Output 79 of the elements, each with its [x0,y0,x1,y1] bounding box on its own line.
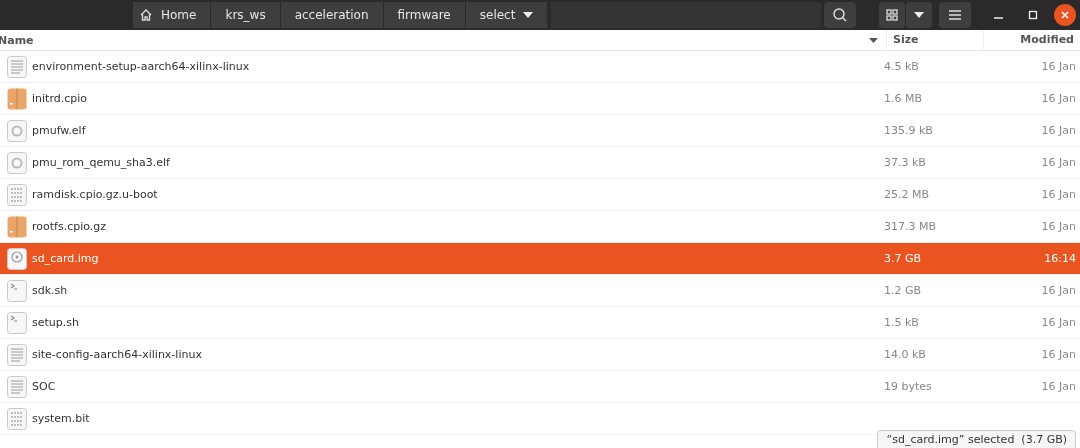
file-name: pmu_rom_qemu_sha3.elf [32,156,171,169]
view-options-button[interactable] [906,2,932,28]
caret-icon [914,12,924,18]
status-overlay: “sd_card.img” selected (3.7 GB) [877,430,1076,448]
menu-icon [949,10,961,20]
file-modified: 16 Jan [1040,60,1077,73]
maximize-icon [1028,10,1038,20]
file-row[interactable]: pmufw.elf 135.9 kB 16 Jan [0,115,1080,147]
binary-file-icon [7,183,27,206]
file-size: 37.3 kB [884,156,927,169]
file-size: 317.3 MB [884,220,938,233]
file-name: pmufw.elf [32,124,87,137]
path-button[interactable]: krs_ws [211,2,281,28]
current-folder-button[interactable]: select [465,2,549,28]
file-name: setup.sh [32,316,80,329]
file-size: 25.2 MB [884,188,931,201]
path-button[interactable]: acceleration [280,2,384,28]
file-name: ramdisk.cpio.gz.u-boot [32,188,159,201]
file-modified: 16 Jan [1040,124,1077,137]
file-modified: 16 Jan [1040,316,1077,329]
minimize-icon [993,17,1003,19]
file-modified: 16 Jan [1040,188,1077,201]
file-size: 1.6 MB [884,92,924,105]
file-modified: 16:14 [1043,252,1077,265]
file-row[interactable]: environment-setup-aarch64-xilinx-linux 4.5 kB 16 Jan [0,51,1080,83]
file-size: 19 bytes [884,380,933,393]
home-icon [139,8,153,22]
file-name: sd_card.img [32,252,100,265]
file-modified: 16 Jan [1040,380,1077,393]
file-name: site-config-aarch64-xilinx-linux [32,348,203,361]
text-file-icon [7,375,27,398]
close-icon [1061,11,1069,19]
file-row[interactable]: initrd.cpio 1.6 MB 16 Jan [0,83,1080,115]
file-size: 135.9 kB [884,124,934,137]
close-button[interactable] [1054,4,1076,26]
file-size: 1.2 GB [884,284,923,297]
file-modified: 16 Jan [1040,156,1077,169]
package-icon [7,215,27,238]
file-modified: 16 Jan [1040,92,1077,105]
caret-icon [523,12,534,18]
grid-view-button[interactable] [879,2,905,28]
gear-file-icon [7,119,27,142]
home-path-button[interactable]: Home [133,2,212,28]
file-modified: 16 Jan [1040,284,1077,297]
file-size: 14.0 kB [884,348,927,361]
file-row[interactable]: sdk.sh 1.2 GB 16 Jan [0,275,1080,307]
package-icon [7,87,27,110]
terminal-file-icon [7,279,27,302]
file-size: 4.5 kB [884,60,920,73]
file-name: rootfs.cpio.gz [32,220,108,233]
file-row[interactable]: setup.sh 1.5 kB 16 Jan [0,307,1080,339]
modified-column-header[interactable]: Modified [983,30,1080,50]
search-icon [832,7,849,23]
text-file-icon [7,343,27,366]
grid-icon [886,9,898,21]
disc-image-icon [7,247,27,270]
file-modified: 16 Jan [1040,348,1077,361]
file-row[interactable]: ramdisk.cpio.gz.u-boot 25.2 MB 16 Jan [0,179,1080,211]
size-column-header[interactable]: Size [886,30,983,50]
search-button[interactable] [824,2,857,28]
file-name: environment-setup-aarch64-xilinx-linux [32,60,251,73]
file-name: SOC [32,380,57,393]
file-size: 3.7 GB [884,252,923,265]
text-file-icon [7,55,27,78]
file-size: 1.5 kB [884,316,920,329]
file-name: sdk.sh [32,284,69,297]
file-modified: 16 Jan [1040,220,1077,233]
file-row[interactable]: SOC 19 bytes 16 Jan [0,371,1080,403]
file-row[interactable]: sd_card.img 3.7 GB 16:14 [0,243,1080,275]
path-button[interactable]: firmware [383,2,466,28]
terminal-file-icon [7,311,27,334]
file-row[interactable]: pmu_rom_qemu_sha3.elf 37.3 kB 16 Jan [0,147,1080,179]
gear-file-icon [7,151,27,174]
file-name: system.bit [32,412,91,425]
binary-file-icon [7,407,27,430]
file-row[interactable]: site-config-aarch64-xilinx-linux 14.0 kB 16 Jan [0,339,1080,371]
file-name: initrd.cpio [32,92,89,105]
menu-button[interactable] [939,2,971,28]
sort-icon [869,37,878,43]
